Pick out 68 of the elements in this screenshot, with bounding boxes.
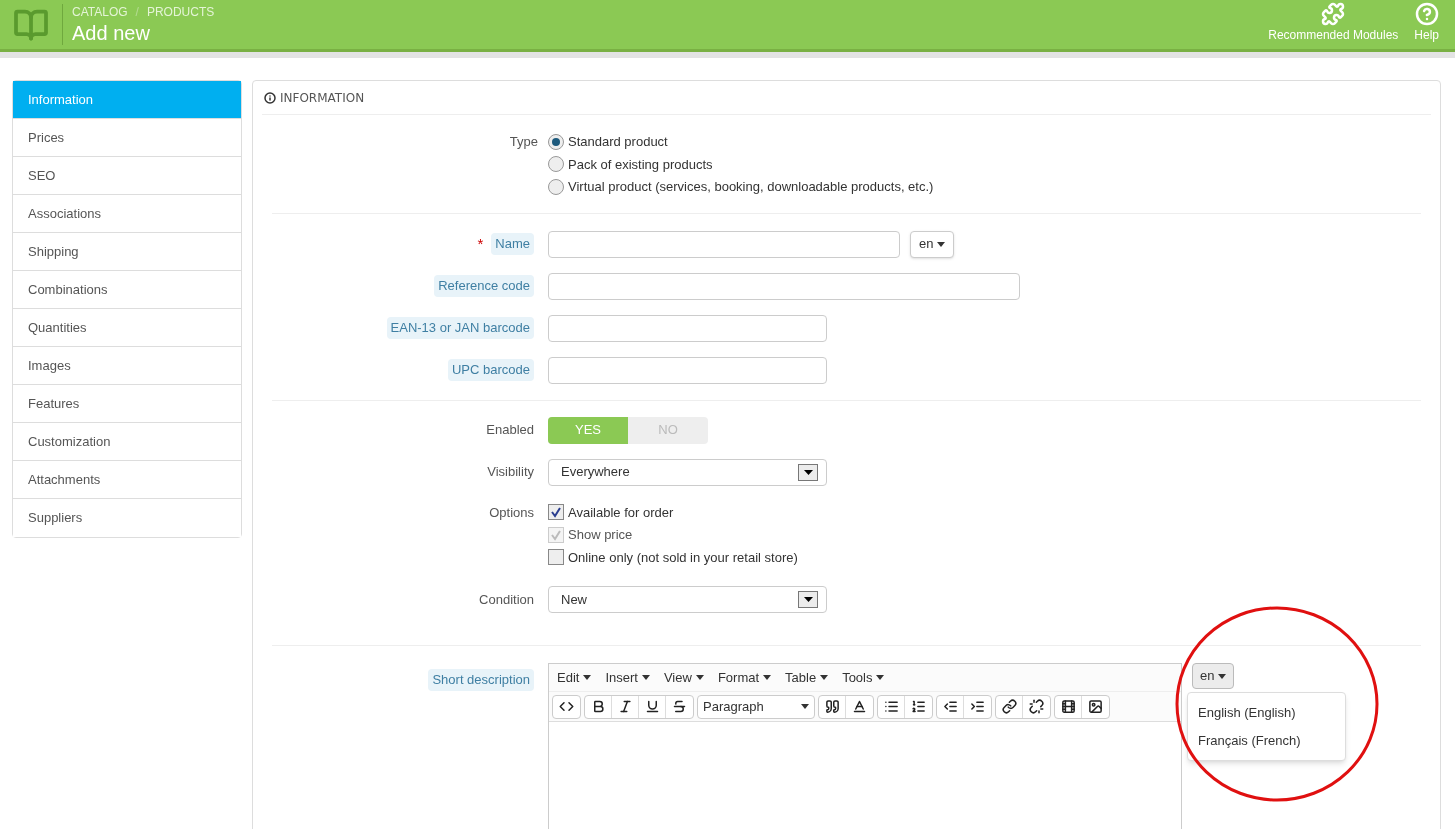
- film-icon: [1060, 699, 1076, 714]
- radio-label: Virtual product (services, booking, downloadable products, etc.): [568, 178, 934, 196]
- editor-menu[interactable]: Tools: [842, 667, 885, 688]
- text-input[interactable]: [548, 230, 900, 258]
- field-label: Name: [491, 233, 534, 255]
- radio-button[interactable]: [548, 178, 564, 195]
- checkbox[interactable]: [548, 549, 564, 566]
- image-icon: [1088, 699, 1103, 714]
- field-label: EAN-13 or JAN barcode: [386, 317, 534, 339]
- caret-icon: [876, 675, 885, 680]
- editor-menu[interactable]: View: [663, 667, 704, 688]
- underline-icon: [644, 699, 660, 714]
- caret-icon: [1218, 673, 1227, 679]
- quote-icon: [824, 699, 840, 714]
- indent-icon: [970, 699, 985, 714]
- info-icon: [264, 91, 276, 104]
- text-input[interactable]: [548, 272, 1020, 300]
- field-label: Options: [489, 503, 534, 522]
- radio-button[interactable]: [548, 133, 564, 150]
- dropdown-caret-icon: [801, 704, 809, 709]
- select-field[interactable]: New: [548, 586, 827, 613]
- code-icon: [559, 699, 574, 714]
- language-button[interactable]: en: [1192, 663, 1235, 689]
- text-input[interactable]: [548, 356, 827, 384]
- checkbox-label: Available for order: [568, 503, 674, 522]
- help-icon: [1414, 2, 1439, 26]
- editor-menu[interactable]: Insert: [605, 667, 650, 688]
- strikethrough-icon: [672, 699, 687, 714]
- radio-label: Standard product: [568, 133, 668, 151]
- numbered-list-icon: [911, 699, 926, 714]
- field-label: Enabled: [486, 421, 534, 440]
- caret-icon: [583, 675, 592, 680]
- caret-icon: [820, 675, 829, 680]
- editor-menu[interactable]: Table: [785, 667, 829, 688]
- caret-icon: [695, 675, 704, 680]
- page-title: Add new: [72, 21, 151, 46]
- editor-menu[interactable]: Edit: [557, 667, 592, 688]
- caret-icon: [937, 241, 946, 247]
- field-label: Condition: [479, 590, 534, 609]
- language-option[interactable]: English (English): [1188, 699, 1345, 727]
- italic-icon: [617, 699, 633, 714]
- text-input[interactable]: [548, 314, 827, 342]
- breadcrumb-separator: /: [135, 4, 139, 21]
- checkbox-label: Show price: [568, 526, 633, 544]
- editor-menu[interactable]: Format: [717, 667, 772, 688]
- field-label: Type: [509, 133, 538, 151]
- field-label: Short description: [428, 669, 534, 691]
- field-label: UPC barcode: [447, 359, 534, 381]
- radio-label: Pack of existing products: [568, 155, 713, 174]
- link-icon: [1001, 699, 1017, 714]
- format-select[interactable]: Paragraph: [697, 694, 815, 719]
- outdent-icon: [942, 699, 958, 714]
- checkbox-label: Online only (not sold in your retail store): [568, 548, 798, 567]
- unlink-icon: [1029, 699, 1044, 714]
- radio-button[interactable]: [548, 156, 564, 173]
- required-mark: *: [477, 233, 484, 254]
- field-label: Visibility: [487, 463, 534, 482]
- checkbox[interactable]: [548, 504, 564, 521]
- select-field[interactable]: Everywhere: [548, 458, 827, 486]
- text-color-icon: [852, 699, 867, 714]
- bullet-list-icon: [883, 699, 899, 714]
- caret-icon: [763, 675, 772, 680]
- language-option[interactable]: Français (French): [1188, 726, 1345, 754]
- language-button[interactable]: en: [910, 230, 955, 258]
- panel-title: INFORMATION: [280, 89, 365, 107]
- caret-icon: [641, 675, 650, 680]
- field-label: Reference code: [434, 275, 534, 297]
- puzzle-icon: [1321, 2, 1346, 26]
